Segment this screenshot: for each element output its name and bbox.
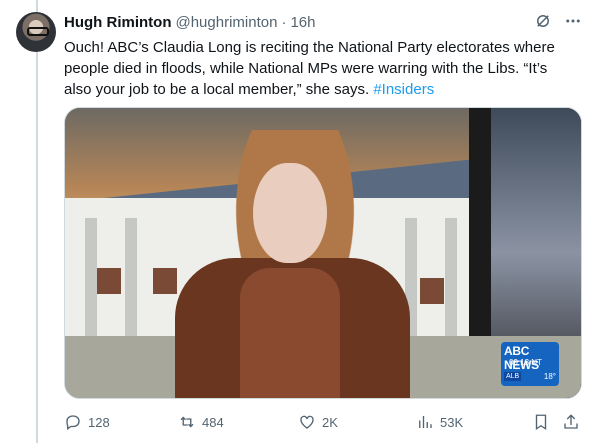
thread-line [36,0,38,443]
avatar-glasses [27,27,49,36]
like-icon [298,413,316,431]
badge-location: ALB [504,372,522,381]
media-column [445,218,457,338]
badge-time: 09:13 NT [509,358,542,367]
media-column [125,218,137,338]
reply-icon [64,413,82,431]
repost-count: 484 [202,414,224,430]
bookmark-icon [532,413,550,431]
media-window [420,278,444,304]
media-person-face [253,163,327,263]
hashtag-link[interactable]: #Insiders [373,81,434,98]
repost-icon [178,413,196,431]
author-name[interactable]: Hugh Riminton [64,14,171,31]
post-time[interactable]: 16h [290,14,315,31]
share-icon [562,413,580,431]
media-window [97,268,121,294]
tweet-body: Ouch! ABC’s Claudia Long is reciting the… [64,39,555,98]
media-person-top [240,268,340,398]
action-bar: 128 484 2K 53K [64,412,580,432]
more-icon[interactable] [564,12,582,30]
reply-button[interactable]: 128 [64,412,110,432]
tweet-media-image[interactable]: ABC NEWS 09:13 NT ALB 18° [64,107,582,399]
views-count: 53K [440,414,464,430]
reply-count: 128 [88,414,110,430]
abc-news-badge: ABC NEWS 09:13 NT ALB 18° [501,342,559,386]
avatar[interactable] [16,12,56,52]
separator-dot: · [281,13,287,31]
repost-button[interactable]: 484 [178,412,224,432]
media-column [85,218,97,338]
views-icon [416,413,434,431]
grok-icon[interactable] [534,12,552,30]
media-window [153,268,177,294]
views-button[interactable]: 53K [416,412,463,432]
tweet-header: Hugh Riminton @hughriminton · 16h [64,12,315,32]
top-actions [534,12,582,30]
author-handle[interactable]: @hughriminton [175,14,277,31]
share-button[interactable] [562,412,580,432]
like-button[interactable]: 2K [298,412,338,432]
like-count: 2K [322,414,338,430]
bookmark-button[interactable] [532,412,550,432]
badge-temperature: 18° [543,372,556,381]
tweet-text: Ouch! ABC’s Claudia Long is reciting the… [64,37,574,100]
